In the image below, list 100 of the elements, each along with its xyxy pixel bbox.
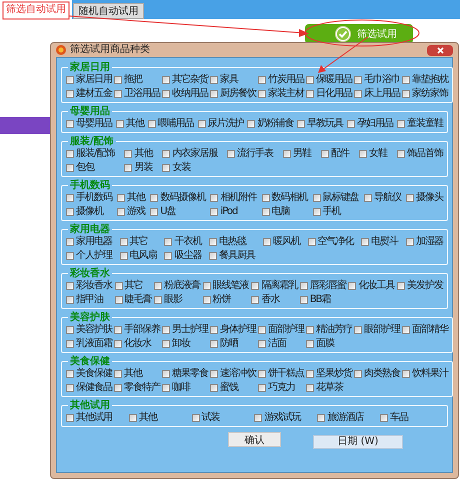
checkbox[interactable] [162, 370, 170, 378]
category-checkbox[interactable]: 眼线笔液 [202, 280, 249, 291]
category-checkbox[interactable]: 肉类熟食 [354, 368, 400, 379]
checkbox[interactable] [347, 120, 356, 128]
category-checkbox[interactable]: 导航仪 [364, 192, 401, 203]
checkbox[interactable] [306, 76, 314, 84]
confirm-button[interactable]: 确认 [228, 432, 281, 447]
checkbox[interactable] [306, 326, 314, 334]
checkbox[interactable] [227, 150, 236, 158]
checkbox[interactable] [402, 326, 410, 334]
category-checkbox[interactable]: 其他试用 [66, 412, 129, 423]
checkbox[interactable] [312, 208, 321, 216]
category-checkbox[interactable]: 床上用品 [354, 88, 400, 99]
checkbox[interactable] [66, 150, 74, 158]
category-checkbox[interactable]: 其他 [114, 368, 160, 379]
checkbox[interactable] [66, 90, 74, 98]
checkbox[interactable] [354, 90, 362, 98]
checkbox[interactable] [66, 76, 74, 84]
checkbox[interactable] [262, 238, 271, 246]
category-checkbox[interactable]: BB霜 [300, 294, 346, 305]
checkbox[interactable] [354, 370, 362, 378]
checkbox[interactable] [148, 120, 156, 128]
category-checkbox[interactable]: 身体护理 [210, 324, 256, 335]
checkbox[interactable] [66, 326, 74, 334]
checkbox[interactable] [380, 414, 388, 422]
checkbox[interactable] [251, 296, 260, 304]
checkbox[interactable] [321, 150, 330, 158]
checkbox[interactable] [198, 120, 206, 128]
checkbox[interactable] [209, 238, 218, 246]
category-checkbox[interactable]: 男装 [124, 162, 152, 173]
category-checkbox[interactable]: 面部精华 [402, 324, 448, 335]
checkbox[interactable] [66, 252, 74, 260]
checkbox[interactable] [258, 384, 266, 392]
checkbox[interactable] [258, 326, 266, 334]
category-checkbox[interactable]: 洁面 [258, 338, 304, 349]
checkbox[interactable] [254, 414, 262, 422]
category-checkbox[interactable]: 卫浴用品 [114, 88, 160, 99]
checkbox[interactable] [124, 164, 132, 172]
category-checkbox[interactable]: 相机附件 [210, 192, 256, 203]
category-checkbox[interactable]: 其它 [114, 280, 152, 291]
checkbox[interactable] [406, 194, 414, 202]
checkbox[interactable] [210, 208, 218, 216]
checkbox[interactable] [192, 414, 200, 422]
category-checkbox[interactable]: 游戏 [117, 206, 146, 217]
category-checkbox[interactable]: 其他 [116, 118, 144, 129]
category-checkbox[interactable]: 数码相机 [262, 192, 308, 203]
category-checkbox[interactable]: 靠垫抱枕 [402, 74, 448, 85]
category-checkbox[interactable]: 乳液面霜 [66, 338, 112, 349]
checkbox[interactable] [312, 194, 321, 202]
category-checkbox[interactable]: 指甲油 [66, 294, 112, 305]
category-checkbox[interactable]: 糖果零食 [162, 368, 208, 379]
checkbox[interactable] [162, 164, 170, 172]
category-checkbox[interactable]: 手机 [312, 206, 359, 217]
category-checkbox[interactable]: 其他 [124, 148, 152, 159]
category-checkbox[interactable]: 收纳用品 [162, 88, 208, 99]
category-checkbox[interactable]: 旅游酒店 [317, 412, 380, 423]
checkbox[interactable] [66, 164, 74, 172]
checkbox[interactable] [359, 150, 367, 158]
checkbox[interactable] [162, 150, 170, 158]
category-checkbox[interactable]: 电热毯 [209, 236, 256, 247]
checkbox[interactable] [361, 238, 370, 246]
category-checkbox[interactable]: 美食保健 [66, 368, 112, 379]
checkbox[interactable] [162, 340, 170, 348]
category-checkbox[interactable]: 美容护肤 [66, 324, 112, 335]
tab[interactable]: 筛选自动试用 [0, 0, 72, 19]
category-checkbox[interactable]: 家用电器 [66, 236, 112, 247]
checkbox[interactable] [262, 208, 270, 216]
checkbox[interactable] [283, 150, 292, 158]
category-checkbox[interactable]: 竹炭用品 [258, 74, 304, 85]
category-checkbox[interactable]: 服装/配饰 [66, 148, 114, 159]
category-checkbox[interactable]: 家纺家饰 [402, 88, 448, 99]
checkbox[interactable] [66, 194, 74, 202]
menu-item[interactable]: 日期 (W) [314, 436, 402, 448]
category-checkbox[interactable]: 男鞋 [283, 148, 312, 159]
category-checkbox[interactable]: 粉底液膏 [154, 280, 200, 291]
checkbox[interactable] [114, 340, 122, 348]
close-button[interactable] [427, 44, 453, 56]
checkbox[interactable] [162, 326, 170, 334]
checkbox[interactable] [202, 282, 211, 290]
category-checkbox[interactable]: 摄像头 [406, 192, 443, 203]
checkbox[interactable] [210, 194, 218, 202]
category-checkbox[interactable]: 睫毛膏 [114, 294, 152, 305]
category-checkbox[interactable]: 精油芳疗 [306, 324, 352, 335]
category-checkbox[interactable]: 家具 [210, 74, 256, 85]
checkbox[interactable] [202, 296, 211, 304]
category-checkbox[interactable]: 游戏试玩 [254, 412, 318, 423]
category-checkbox[interactable]: 防晒 [210, 338, 256, 349]
checkbox[interactable] [396, 282, 405, 290]
category-checkbox[interactable]: 电脑 [262, 206, 308, 217]
category-checkbox[interactable]: 蜜饯 [210, 382, 256, 393]
category-checkbox[interactable]: 坚果炒货 [306, 368, 352, 379]
checkbox[interactable] [154, 282, 162, 290]
category-checkbox[interactable]: iPod [210, 206, 256, 217]
checkbox[interactable] [354, 76, 362, 84]
category-checkbox[interactable]: 电熨斗 [361, 236, 398, 247]
category-checkbox[interactable]: U盘 [150, 206, 206, 217]
category-checkbox[interactable]: 毛巾浴巾 [354, 74, 400, 85]
category-checkbox[interactable]: 空气净化 [308, 236, 354, 247]
category-checkbox[interactable]: 手机数码 [66, 192, 112, 203]
category-checkbox[interactable]: 其他 [128, 412, 192, 423]
